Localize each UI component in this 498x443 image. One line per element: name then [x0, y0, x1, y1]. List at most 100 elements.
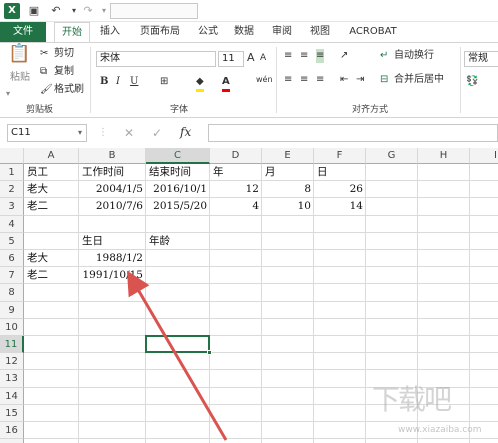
border-icon[interactable]: ⊞ — [160, 75, 168, 89]
align-center-icon[interactable]: ≡ — [300, 73, 308, 87]
bold-button[interactable]: B — [100, 75, 108, 89]
name-box-dropdown-icon[interactable]: ▾ — [78, 126, 82, 140]
row-header-2[interactable]: 2 — [0, 181, 24, 199]
row-header-14[interactable]: 14 — [0, 387, 24, 405]
row-header-12[interactable]: 12 — [0, 353, 24, 371]
wrap-text-button[interactable]: 自动换行 — [394, 49, 434, 63]
underline-button[interactable]: U — [130, 75, 138, 89]
italic-button[interactable]: I — [116, 75, 120, 89]
cell-E2[interactable]: 8 — [262, 181, 314, 198]
cell-A1[interactable]: 员工 — [27, 164, 48, 181]
cut-button[interactable]: 剪切 — [54, 47, 74, 61]
tab-data[interactable]: 数据 — [230, 22, 258, 42]
redo-icon[interactable]: ↷ — [80, 3, 96, 19]
outdent-icon[interactable]: ⇥ — [356, 73, 364, 87]
tab-file[interactable]: 文件 — [0, 22, 46, 42]
column-header-B[interactable]: B — [79, 148, 146, 164]
cell-A6[interactable]: 老大 — [27, 250, 48, 267]
column-header-I[interactable]: I — [470, 148, 498, 164]
align-top-icon[interactable]: ≡ — [284, 49, 292, 63]
font-name-select[interactable]: 宋体 — [96, 51, 216, 67]
format-painter-button[interactable]: 格式刷 — [54, 83, 84, 97]
cell-B3[interactable]: 2010/7/6 — [79, 198, 146, 215]
column-header-D[interactable]: D — [210, 148, 262, 164]
font-size-select[interactable]: 11 — [218, 51, 244, 67]
accounting-format-icon[interactable]: 💱 — [466, 75, 478, 89]
row-header-17[interactable]: 17 — [0, 439, 24, 443]
column-header-G[interactable]: G — [366, 148, 418, 164]
column-header-E[interactable]: E — [262, 148, 314, 164]
tab-insert[interactable]: 插入 — [96, 22, 124, 42]
row-header-5[interactable]: 5 — [0, 232, 24, 250]
copy-button[interactable]: 复制 — [54, 65, 74, 79]
cell-C1[interactable]: 结束时间 — [149, 164, 191, 181]
cut-icon[interactable]: ✂ — [40, 47, 48, 61]
cell-A3[interactable]: 老二 — [27, 198, 48, 215]
cell-F3[interactable]: 14 — [314, 198, 366, 215]
align-right-icon[interactable]: ≡ — [316, 73, 324, 87]
cell-D1[interactable]: 年 — [213, 164, 224, 181]
paste-dropdown-icon[interactable]: ▾ — [6, 87, 10, 101]
align-left-icon[interactable]: ≡ — [284, 73, 292, 87]
fill-color-icon[interactable]: ◆ — [196, 75, 204, 92]
cell-C2[interactable]: 2016/10/1 — [146, 181, 210, 198]
format-painter-icon[interactable]: 🖌 — [40, 83, 53, 97]
cell-B5[interactable]: 生日 — [82, 233, 103, 250]
shrink-font-button[interactable]: A — [260, 51, 266, 65]
cell-B7[interactable]: 1991/10/15 — [79, 267, 146, 284]
cell-D2[interactable]: 12 — [210, 181, 262, 198]
row-header-7[interactable]: 7 — [0, 267, 24, 285]
enter-button[interactable]: ✓ — [152, 126, 162, 140]
row-header-8[interactable]: 8 — [0, 284, 24, 302]
row-header-3[interactable]: 3 — [0, 198, 24, 216]
indent-icon[interactable]: ⇤ — [340, 73, 348, 87]
column-header-F[interactable]: F — [314, 148, 366, 164]
merge-icon[interactable]: ⊟ — [380, 73, 388, 87]
align-middle-icon[interactable]: ≡ — [300, 49, 308, 63]
row-header-13[interactable]: 13 — [0, 370, 24, 388]
cell-D3[interactable]: 4 — [210, 198, 262, 215]
phonetic-button[interactable]: wén — [256, 73, 273, 87]
row-header-16[interactable]: 16 — [0, 422, 24, 440]
copy-icon[interactable]: ⧉ — [40, 65, 47, 79]
paste-icon[interactable]: 📋 — [8, 45, 30, 63]
row-header-9[interactable]: 9 — [0, 301, 24, 319]
font-color-button[interactable]: A — [222, 75, 230, 92]
cell-F2[interactable]: 26 — [314, 181, 366, 198]
wrap-text-icon[interactable]: ↵ — [380, 49, 388, 63]
cell-C5[interactable]: 年龄 — [149, 233, 170, 250]
undo-icon[interactable]: ↶ — [48, 3, 64, 19]
row-header-1[interactable]: 1 — [0, 164, 24, 182]
cell-C3[interactable]: 2015/5/20 — [146, 198, 210, 215]
row-header-4[interactable]: 4 — [0, 215, 24, 233]
grow-font-button[interactable]: A — [247, 51, 255, 65]
tab-home[interactable]: 开始 — [54, 22, 90, 42]
select-all-corner[interactable] — [0, 148, 24, 164]
insert-function-button[interactable]: fx — [180, 125, 191, 139]
cell-A2[interactable]: 老大 — [27, 181, 48, 198]
cell-B2[interactable]: 2004/1/5 — [79, 181, 146, 198]
name-box[interactable]: C11 — [7, 124, 87, 142]
cell-E1[interactable]: 月 — [265, 164, 276, 181]
fill-handle[interactable] — [207, 350, 212, 356]
column-header-C[interactable]: C — [146, 148, 210, 164]
cell-F1[interactable]: 日 — [317, 164, 328, 181]
number-format-select[interactable]: 常规 — [464, 51, 498, 67]
save-icon[interactable]: ▣ — [26, 3, 42, 19]
formula-input[interactable] — [208, 124, 498, 142]
align-bottom-icon[interactable]: ≡ — [316, 49, 325, 63]
row-header-11[interactable]: 11 — [0, 336, 24, 354]
cell-A7[interactable]: 老二 — [27, 267, 48, 284]
tab-page-layout[interactable]: 页面布局 — [134, 22, 186, 42]
cell-E3[interactable]: 10 — [262, 198, 314, 215]
cell-B6[interactable]: 1988/1/2 — [79, 250, 146, 267]
tab-review[interactable]: 审阅 — [268, 22, 296, 42]
tab-acrobat[interactable]: ACROBAT — [344, 22, 402, 42]
column-header-A[interactable]: A — [24, 148, 79, 164]
cancel-button[interactable]: ✕ — [124, 126, 134, 140]
paste-button[interactable]: 粘贴 — [10, 71, 30, 85]
merge-center-button[interactable]: 合并后居中 — [394, 73, 444, 87]
tab-formulas[interactable]: 公式 — [194, 22, 222, 42]
tab-view[interactable]: 视图 — [306, 22, 334, 42]
row-header-10[interactable]: 10 — [0, 318, 24, 336]
